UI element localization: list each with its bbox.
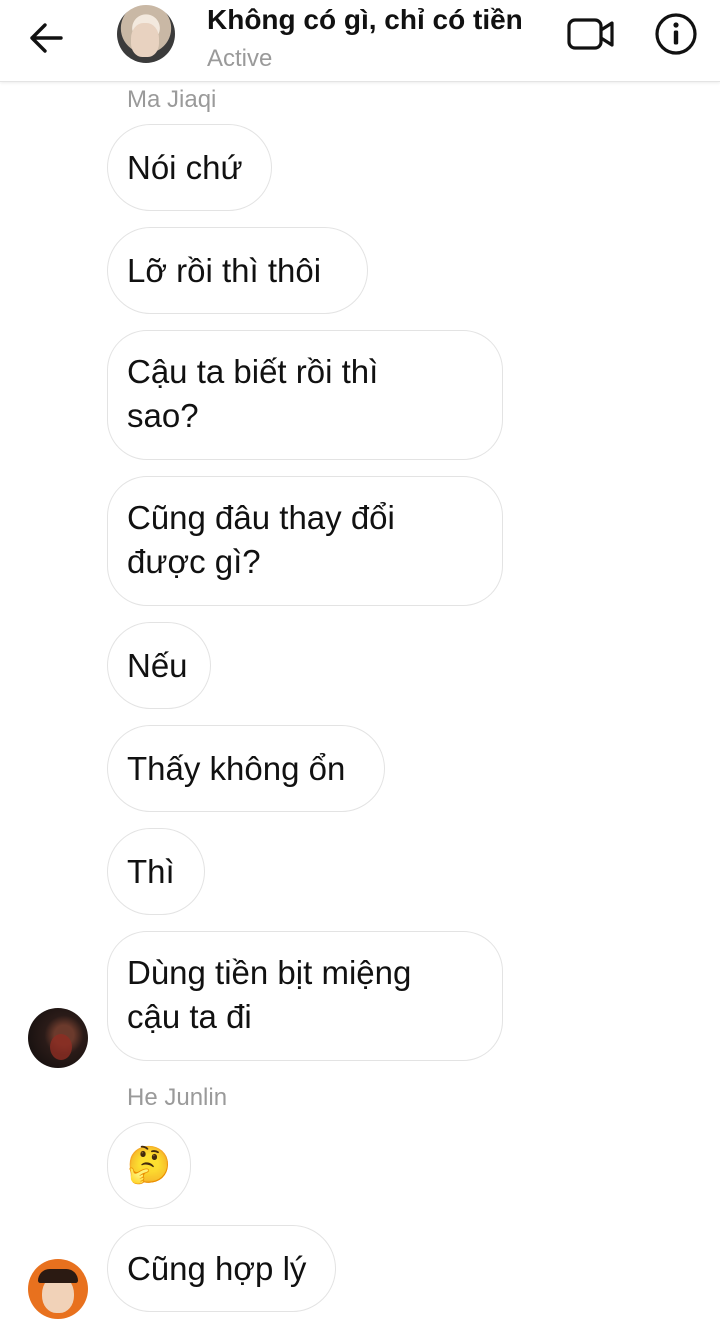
conversation-avatar[interactable] xyxy=(117,5,175,63)
thinking-face-emoji: 🤔 xyxy=(126,1144,172,1186)
message-text: Lỡ rồi thì thôi xyxy=(127,251,322,289)
message-bubble[interactable]: Cậu ta biết rồi thì sao? xyxy=(107,330,503,460)
message-text: Dùng tiền bịt miệng cậu ta đi xyxy=(127,954,412,1035)
message-bubble[interactable]: Thấy không ổn xyxy=(107,725,385,812)
message-text: Thấy không ổn xyxy=(127,749,346,787)
message-bubble[interactable]: Nếu xyxy=(107,622,211,709)
info-icon xyxy=(655,13,697,55)
message-text: Cũng hợp lý xyxy=(127,1249,307,1287)
message-text: Nếu xyxy=(127,646,188,684)
arrow-left-icon xyxy=(30,23,63,53)
conversation-title[interactable]: Không có gì, chỉ có tiền xyxy=(207,4,523,36)
message-text: Thì xyxy=(127,852,175,890)
message-bubble[interactable]: Dùng tiền bịt miệng cậu ta đi xyxy=(107,931,503,1061)
active-status: Active xyxy=(207,45,273,72)
video-call-button[interactable] xyxy=(566,14,616,54)
info-button[interactable] xyxy=(654,12,698,56)
message-bubble[interactable]: Cũng đâu thay đổi được gì? xyxy=(107,476,503,606)
back-button[interactable] xyxy=(26,20,66,56)
message-text: Nói chứ xyxy=(127,148,243,186)
sender-name: He Junlin xyxy=(127,1084,228,1111)
avatar[interactable] xyxy=(28,1259,88,1319)
message-bubble[interactable]: Thì xyxy=(107,828,205,915)
message-text: Cậu ta biết rồi thì sao? xyxy=(127,353,379,434)
message-text: Cũng đâu thay đổi được gì? xyxy=(127,499,395,580)
avatar[interactable] xyxy=(28,1008,88,1068)
message-bubble[interactable]: Cũng hợp lý xyxy=(107,1225,336,1312)
video-camera-icon xyxy=(567,18,614,50)
message-bubble[interactable]: 🤔 xyxy=(107,1122,191,1209)
message-bubble[interactable]: Nói chứ xyxy=(107,124,272,211)
conversation-header: Không có gì, chỉ có tiền Active xyxy=(0,0,720,82)
message-bubble[interactable]: Lỡ rồi thì thôi xyxy=(107,227,368,314)
sender-name: Ma Jiaqi xyxy=(127,86,217,113)
